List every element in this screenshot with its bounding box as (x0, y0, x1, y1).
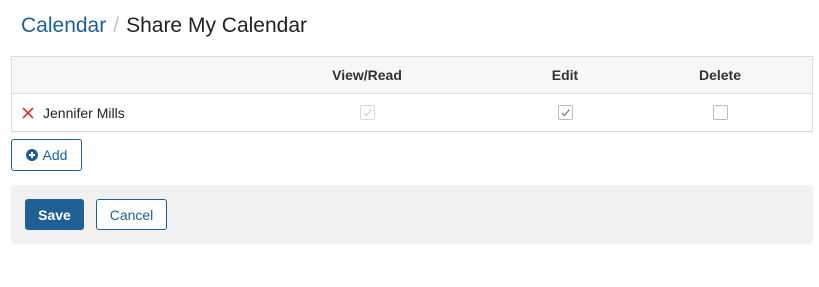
breadcrumb-separator: / (113, 14, 120, 37)
cancel-button[interactable]: Cancel (96, 199, 167, 230)
save-button[interactable]: Save (25, 199, 84, 230)
breadcrumb-calendar-link[interactable]: Calendar (21, 13, 106, 39)
add-button-label: Add (42, 147, 68, 163)
breadcrumb: Calendar / Share My Calendar (21, 13, 307, 39)
remove-user-close-icon[interactable] (22, 106, 34, 119)
column-header-delete: Delete (698, 67, 742, 83)
share-permissions-table: View/Read Edit Delete Jennifer Mills (11, 56, 813, 132)
checkmark-icon (363, 109, 372, 117)
plus-circle-icon (25, 149, 38, 161)
add-button[interactable]: Add (11, 139, 82, 171)
delete-cell (620, 94, 819, 131)
table-row: Jennifer Mills (12, 94, 812, 131)
user-name: Jennifer Mills (43, 104, 125, 121)
table-header: View/Read Edit Delete (12, 57, 812, 94)
action-bar: Save Cancel (11, 185, 813, 244)
edit-checkbox[interactable] (557, 105, 573, 120)
delete-checkbox[interactable] (712, 105, 728, 120)
page-title: Share My Calendar (126, 14, 307, 37)
checkmark-icon (561, 109, 570, 117)
column-header-view-read: View/Read (332, 67, 402, 83)
view-read-checkbox (359, 105, 375, 120)
view-read-cell (267, 94, 467, 131)
